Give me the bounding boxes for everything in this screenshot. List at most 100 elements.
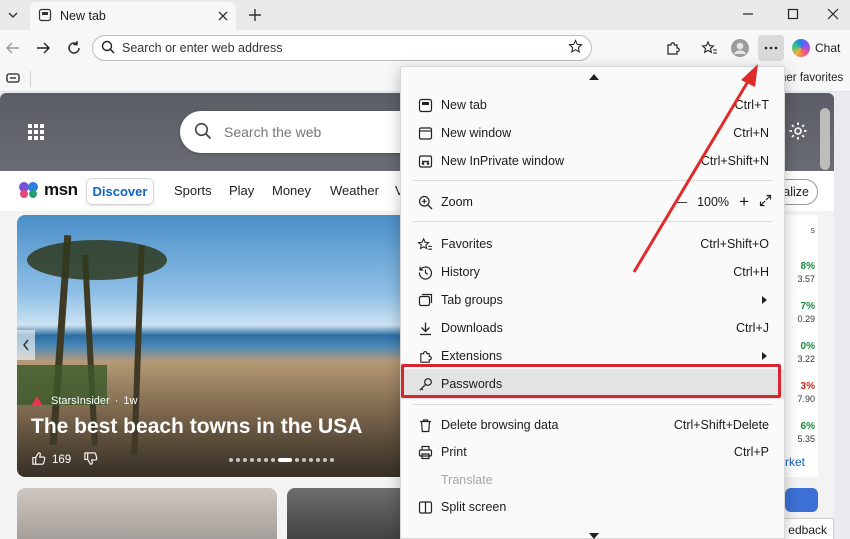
- menu-item-new-window[interactable]: New window Ctrl+N: [401, 120, 784, 146]
- favorites-divider: [30, 71, 31, 87]
- nav-play-tab[interactable]: Play: [229, 183, 254, 198]
- zoom-level: 100%: [697, 195, 730, 209]
- carousel-dot: [250, 458, 254, 462]
- market-value: 0.29: [797, 314, 815, 324]
- menu-item-favorites[interactable]: Favorites Ctrl+Shift+O: [401, 231, 784, 257]
- menu-item-delete-browsing-data[interactable]: Delete browsing data Ctrl+Shift+Delete: [401, 412, 784, 438]
- menu-scroll-up-arrow[interactable]: [589, 74, 599, 80]
- favorite-star-icon[interactable]: [568, 39, 583, 57]
- feedback-button[interactable]: edback: [778, 518, 834, 539]
- market-value: 5.35: [797, 434, 815, 444]
- carousel-dot: [295, 458, 299, 462]
- zoom-in-button[interactable]: +: [739, 192, 749, 212]
- menu-shortcut: Ctrl+Shift+Delete: [673, 418, 769, 432]
- thumbs-down-icon[interactable]: [83, 451, 98, 469]
- menu-item-new-tab[interactable]: New tab Ctrl+T: [401, 92, 784, 118]
- see-markets-link[interactable]: rket: [785, 455, 805, 469]
- menu-shortcut: Ctrl+T: [734, 98, 769, 112]
- menu-label: Print: [441, 445, 467, 459]
- page-settings-gear-icon[interactable]: [788, 121, 808, 144]
- other-favorites-link[interactable]: her favorites: [780, 72, 843, 84]
- carousel-prev-button[interactable]: [17, 330, 35, 360]
- carousel-dot: [330, 458, 334, 462]
- menu-scroll-down-arrow[interactable]: [589, 533, 599, 539]
- web-search-box[interactable]: Search the web: [180, 111, 430, 153]
- profile-avatar-icon[interactable]: [728, 36, 752, 60]
- menu-item-new-inprivate-window[interactable]: New InPrivate window Ctrl+Shift+N: [401, 148, 784, 174]
- menu-item-downloads[interactable]: Downloads Ctrl+J: [401, 315, 784, 341]
- menu-shortcut: Ctrl+J: [736, 321, 769, 335]
- minimize-icon[interactable]: [736, 3, 760, 25]
- menu-label: Split screen: [441, 500, 507, 514]
- carousel-dot: [323, 458, 327, 462]
- carousel-dot: [271, 458, 275, 462]
- markets-header-peek: s: [810, 225, 816, 235]
- passwords-highlight-box: [401, 364, 781, 398]
- settings-and-more-icon[interactable]: [758, 35, 784, 61]
- news-source: StarsInsider · 1w: [31, 395, 137, 407]
- news-headline[interactable]: The best beach towns in the USA: [31, 415, 362, 439]
- printer-icon: [416, 443, 434, 461]
- thumbs-up-icon[interactable]: [31, 451, 46, 469]
- favorites-icon: [416, 235, 434, 253]
- history-clock-icon: [416, 263, 434, 281]
- menu-label: Downloads: [441, 321, 503, 335]
- menu-label: History: [441, 265, 480, 279]
- refresh-icon[interactable]: [62, 36, 86, 60]
- palm-foliage: [27, 240, 167, 280]
- market-change: 3%: [800, 381, 815, 392]
- menu-label: New window: [441, 126, 512, 140]
- favorite-item-icon[interactable]: [6, 72, 20, 87]
- menu-shortcut: Ctrl+H: [733, 265, 769, 279]
- news-card-clouds[interactable]: [17, 488, 277, 539]
- extensions-puzzle-icon[interactable]: [661, 36, 685, 60]
- settings-and-more-menu: New tab Ctrl+T New window Ctrl+N New InP…: [400, 66, 785, 539]
- news-card-person[interactable]: [287, 488, 407, 539]
- maximize-icon[interactable]: [781, 3, 805, 25]
- copilot-chat-button[interactable]: Chat: [792, 36, 840, 60]
- tab-new-tab[interactable]: New tab: [30, 2, 236, 30]
- menu-item-zoom: Zoom — 100% +: [401, 189, 784, 215]
- favorites-collection-icon[interactable]: [697, 36, 721, 60]
- menu-shortcut: Ctrl+Shift+N: [700, 154, 769, 168]
- menu-shortcut: Ctrl+Shift+O: [700, 237, 769, 251]
- close-window-icon[interactable]: [821, 3, 845, 25]
- carousel-dot: [229, 458, 233, 462]
- address-bar[interactable]: Search or enter web address: [92, 35, 592, 61]
- menu-item-translate: Translate: [401, 467, 784, 493]
- market-value: 7.90: [797, 394, 815, 404]
- nav-discover-tab[interactable]: Discover: [86, 178, 154, 205]
- msn-logo[interactable]: msn: [18, 180, 78, 200]
- trash-icon: [416, 416, 434, 434]
- carousel-dot: [243, 458, 247, 462]
- apps-grid-icon[interactable]: [27, 123, 45, 144]
- new-tab-plus-icon[interactable]: [244, 4, 266, 26]
- nav-weather-tab[interactable]: Weather: [330, 183, 379, 198]
- back-arrow-icon[interactable]: [1, 36, 25, 60]
- menu-item-history[interactable]: History Ctrl+H: [401, 259, 784, 285]
- nav-money-tab[interactable]: Money: [272, 183, 311, 198]
- forward-arrow-icon[interactable]: [31, 36, 55, 60]
- page-scrollbar-thumb[interactable]: [820, 108, 830, 170]
- inprivate-icon: [416, 152, 434, 170]
- submenu-arrow-icon: [762, 352, 767, 360]
- menu-item-print[interactable]: Print Ctrl+P: [401, 439, 784, 465]
- carousel-pagination[interactable]: [229, 458, 334, 462]
- promo-card-peek[interactable]: [785, 488, 818, 512]
- nav-sports-tab[interactable]: Sports: [174, 183, 212, 198]
- fullscreen-expand-icon[interactable]: [759, 194, 772, 210]
- new-tab-page-icon: [38, 8, 52, 25]
- new-window-icon: [416, 124, 434, 142]
- markets-widget-peek: s 8% 3.57 7% 0.29 0% 3.22 3% 7.90 6% 5.3…: [785, 215, 818, 477]
- close-tab-icon[interactable]: [218, 9, 228, 24]
- menu-label: Translate: [441, 473, 493, 487]
- downloads-icon: [416, 319, 434, 337]
- menu-item-tab-groups[interactable]: Tab groups: [401, 287, 784, 313]
- featured-news-card[interactable]: StarsInsider · 1w The best beach towns i…: [17, 215, 407, 477]
- menu-label: Tab groups: [441, 293, 503, 307]
- zoom-out-button[interactable]: —: [675, 195, 688, 209]
- tab-actions-chevron-icon[interactable]: [2, 4, 24, 26]
- menu-item-split-screen[interactable]: Split screen: [401, 494, 784, 520]
- like-count: 169: [52, 454, 72, 466]
- carousel-dot-active: [278, 458, 292, 462]
